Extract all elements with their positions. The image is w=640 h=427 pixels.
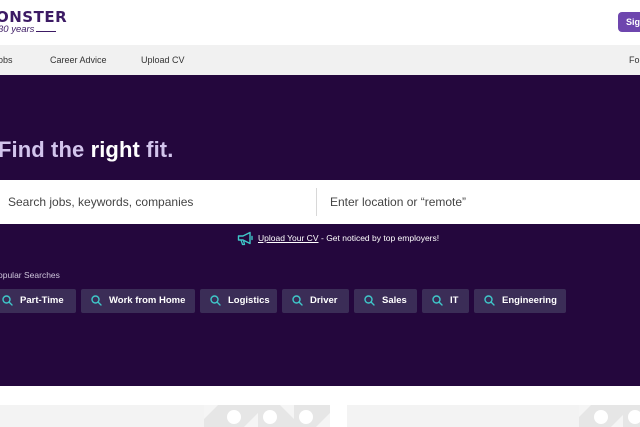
popular-search-chip[interactable]: Work from Home (81, 289, 195, 313)
chip-label: IT (450, 295, 459, 306)
job-search-input[interactable] (8, 180, 308, 224)
popular-search-chip[interactable]: Logistics (200, 289, 277, 313)
main-nav: obs Career Advice Upload CV Fo (0, 45, 640, 75)
popular-search-chip[interactable]: IT (422, 289, 469, 313)
popular-searches-label: opular Searches (0, 270, 60, 280)
search-bar (0, 180, 640, 224)
headline-post: fit. (139, 137, 174, 162)
upload-cv-banner: Upload Your CV - Get noticed by top empl… (0, 231, 640, 247)
popular-search-chip[interactable]: Part-Time (0, 289, 76, 313)
nav-item-for-employers[interactable]: Fo (629, 45, 640, 75)
nav-item-jobs[interactable]: obs (0, 45, 13, 75)
hero-headline: Find the right fit. (0, 137, 173, 163)
nav-item-career-advice[interactable]: Career Advice (50, 45, 107, 75)
headline-pre: Find the (0, 137, 91, 162)
nav-item-upload-cv[interactable]: Upload CV (141, 45, 185, 75)
decorative-pattern (204, 405, 330, 427)
chip-label: Engineering (502, 295, 557, 306)
decorative-pattern (579, 405, 640, 427)
upload-cv-link[interactable]: Upload Your CV (258, 233, 319, 243)
promo-card[interactable] (0, 405, 330, 427)
search-icon (432, 295, 443, 306)
search-icon (2, 295, 13, 306)
search-icon (364, 295, 375, 306)
popular-search-chip[interactable]: Sales (354, 289, 417, 313)
chip-label: Logistics (228, 295, 270, 306)
popular-search-chip[interactable]: Engineering (474, 289, 566, 313)
megaphone-icon (237, 231, 253, 246)
logo-tagline: 30 years (0, 24, 35, 35)
promo-card[interactable] (347, 405, 640, 427)
search-icon (292, 295, 303, 306)
search-icon (210, 295, 221, 306)
sign-in-button[interactable]: Sign (618, 12, 640, 32)
search-icon (91, 295, 102, 306)
search-divider (316, 188, 317, 216)
chip-label: Part-Time (20, 295, 64, 306)
logo-wordmark: ONSTER (0, 8, 68, 26)
chip-label: Sales (382, 295, 407, 306)
search-icon (484, 295, 495, 306)
hero-section: Find the right fit. Upload Your CV - Get… (0, 75, 640, 386)
location-search-input[interactable] (330, 180, 630, 224)
logo-rule (36, 31, 56, 32)
headline-strong: right (90, 137, 140, 162)
monster-logo[interactable]: ONSTER 30 years (0, 8, 68, 37)
popular-search-chip[interactable]: Driver (282, 289, 349, 313)
upload-cv-text: - Get noticed by top employers! (321, 233, 440, 243)
chip-label: Driver (310, 295, 338, 306)
chip-label: Work from Home (109, 295, 186, 306)
site-header: ONSTER 30 years Sign (0, 0, 640, 45)
